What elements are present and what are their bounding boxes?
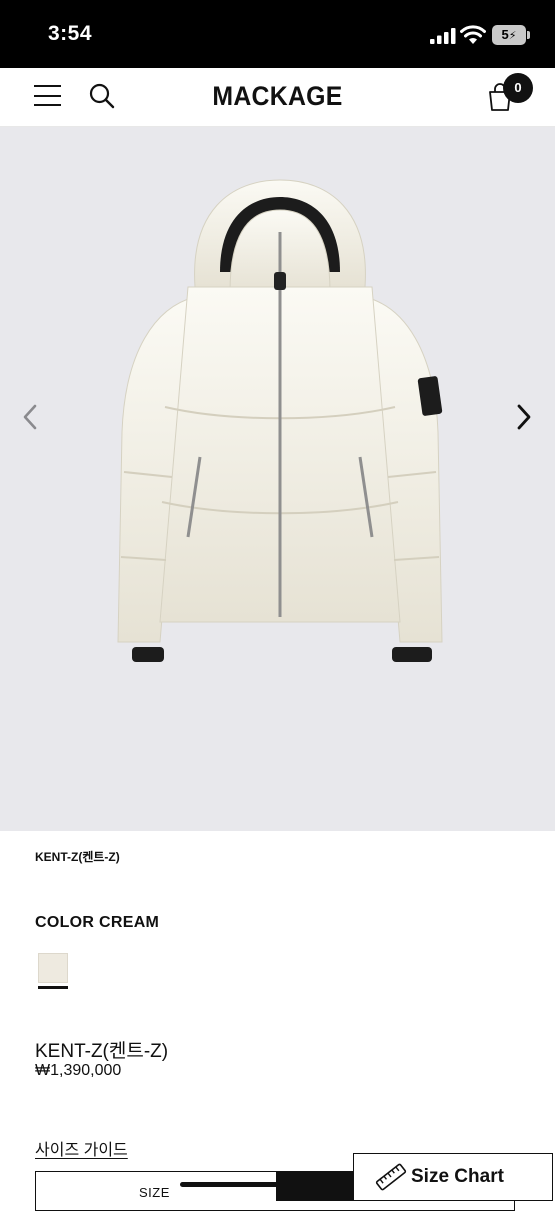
size-chart-label: Size Chart: [411, 1166, 504, 1187]
product-price: ₩1,390,000: [35, 1062, 122, 1079]
battery-tip: [527, 31, 530, 39]
status-bar: 3:54 5⚡: [0, 0, 555, 68]
color-swatch-cream[interactable]: [38, 953, 68, 983]
battery-indicator: 5⚡: [492, 25, 526, 45]
color-label: COLOR CREAM: [35, 914, 160, 931]
battery-level: 5: [501, 27, 509, 42]
cart-count-badge[interactable]: 0: [503, 73, 533, 103]
product-image-gallery[interactable]: [0, 127, 555, 831]
swatch-selected-indicator: [38, 986, 68, 989]
site-header: MACKAGE 0: [0, 68, 555, 127]
size-guide-link[interactable]: 사이즈 가이드: [35, 1136, 128, 1160]
brand-logo[interactable]: MACKAGE: [22, 81, 533, 112]
size-table-header: SIZE: [139, 1185, 170, 1200]
chevron-left-icon[interactable]: [16, 402, 46, 432]
status-time: 3:54: [48, 22, 93, 45]
product-name: KENT-Z(켄트-Z): [35, 1041, 169, 1062]
product-image: [117, 179, 443, 662]
ruler-icon: [375, 1163, 407, 1191]
breadcrumb: KENT-Z(켄트-Z): [35, 850, 120, 864]
cellular-signal-icon: [430, 28, 456, 44]
home-indicator: [180, 1182, 380, 1187]
charging-bolt-icon: ⚡: [508, 30, 517, 42]
wifi-icon: [460, 25, 486, 44]
chevron-right-icon[interactable]: [509, 402, 539, 432]
size-chart-button[interactable]: Size Chart: [353, 1153, 553, 1201]
